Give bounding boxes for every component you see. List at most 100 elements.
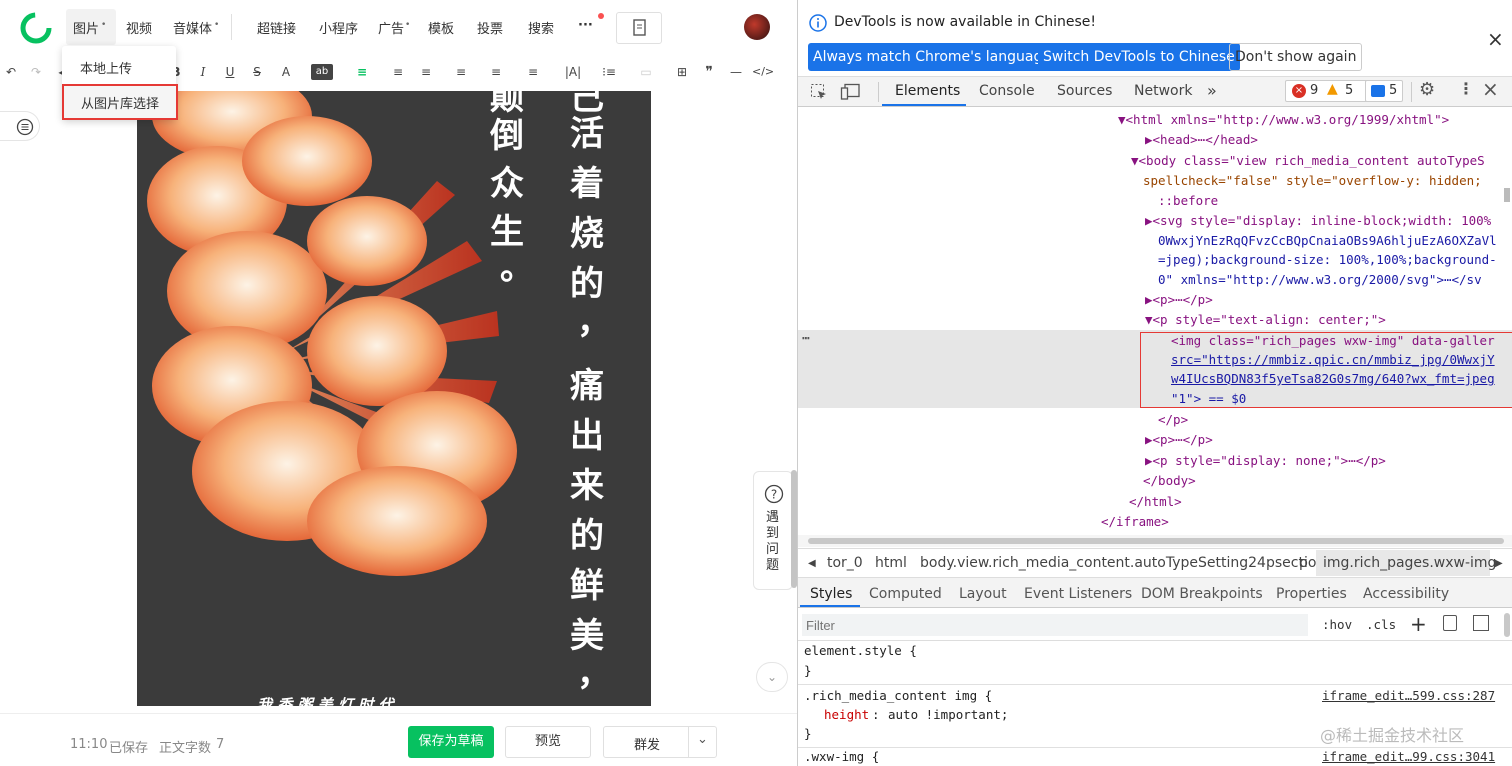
dom-node[interactable]: =jpeg);background-size: 100%,100%;backgr… bbox=[1158, 250, 1497, 270]
letter-spacing-icon[interactable]: |A| bbox=[562, 64, 584, 80]
dom-node[interactable]: ▼<body class="view rich_media_content au… bbox=[1131, 151, 1485, 171]
menu-vote[interactable]: 投票 bbox=[477, 18, 503, 37]
avatar[interactable] bbox=[744, 14, 770, 40]
device-toolbar-icon[interactable] bbox=[840, 83, 862, 101]
dom-node[interactable]: ▶<p style="display: none;">⋯</p> bbox=[1145, 451, 1386, 471]
dom-node[interactable]: "1"> == $0 bbox=[1171, 389, 1246, 409]
line-height-icon[interactable]: ≡ bbox=[452, 64, 470, 80]
close-devtools-icon[interactable]: × bbox=[1482, 77, 1499, 101]
dom-node[interactable]: ▼<p style="text-align: center;"> bbox=[1145, 310, 1386, 330]
tab-console[interactable]: Console bbox=[979, 83, 1035, 99]
article-image[interactable]: 颠 倒 众 生 。 己 活 着 烧 的 ， 痛 出 来 的 鲜 美 ， 我 香 … bbox=[137, 91, 651, 706]
rule-value[interactable]: auto !important; bbox=[888, 707, 1008, 722]
dom-node-selected[interactable]: <img class="rich_pages wxw-img" data-gal… bbox=[1171, 331, 1495, 351]
rule-source-link[interactable]: iframe_edit…599.css:287 bbox=[1322, 688, 1495, 703]
highlight-icon[interactable]: ab bbox=[311, 64, 333, 80]
inspect-element-icon[interactable] bbox=[810, 83, 828, 101]
breadcrumb-item[interactable]: html bbox=[875, 555, 907, 571]
tab-elements[interactable]: Elements bbox=[895, 83, 960, 99]
border-icon[interactable]: ▭ bbox=[637, 64, 655, 80]
menu-video[interactable]: 视频 bbox=[126, 18, 152, 37]
breadcrumb-item[interactable]: tor_0 bbox=[827, 555, 863, 571]
breadcrumb-item[interactable]: body.view.rich_media_content.autoTypeSet… bbox=[920, 555, 1325, 571]
menu-image[interactable]: 图片 bbox=[73, 18, 99, 37]
rule-selector[interactable]: .rich_media_content img { bbox=[804, 688, 992, 703]
save-draft-button[interactable]: 保存为草稿 bbox=[408, 726, 494, 758]
dom-node[interactable]: ▶<head>⋯</head> bbox=[1145, 130, 1258, 150]
menu-ad[interactable]: 广告 bbox=[378, 18, 404, 37]
menu-template[interactable]: 模板 bbox=[428, 18, 454, 37]
tab-dom-breakpoints[interactable]: DOM Breakpoints bbox=[1141, 586, 1263, 602]
divider-line-icon[interactable]: — bbox=[727, 64, 745, 80]
messages-counter[interactable]: 5 bbox=[1365, 80, 1403, 102]
bullet-list-icon[interactable]: ⁝≡ bbox=[598, 64, 620, 80]
tab-sources[interactable]: Sources bbox=[1057, 83, 1112, 99]
dom-node[interactable]: 0WwxjYnEzRqQFvzCcBQpCnaiaOBs9A6hljuEzA6O… bbox=[1158, 231, 1497, 251]
horizontal-scrollbar-thumb[interactable] bbox=[808, 538, 1504, 544]
list-icon[interactable]: ≡ bbox=[524, 64, 542, 80]
tab-properties[interactable]: Properties bbox=[1276, 586, 1347, 602]
dom-node[interactable]: ▼<html xmlns="http://www.w3.org/1999/xht… bbox=[1118, 110, 1449, 130]
tab-network[interactable]: Network bbox=[1134, 83, 1192, 99]
align-center-icon[interactable]: ≡ bbox=[417, 64, 435, 80]
undo-icon[interactable]: ↶ bbox=[2, 64, 20, 80]
issues-counter[interactable]: × 9 ▲ 5 bbox=[1285, 80, 1371, 102]
menu-hyperlink[interactable]: 超链接 bbox=[257, 18, 296, 37]
redo-icon[interactable]: ↷ bbox=[27, 64, 45, 80]
menu-miniprogram[interactable]: 小程序 bbox=[319, 18, 358, 37]
breadcrumb-item-active[interactable]: img.rich_pages.wxw-img bbox=[1323, 555, 1496, 571]
tab-styles[interactable]: Styles bbox=[810, 586, 852, 602]
preview-button[interactable]: 预览 bbox=[505, 726, 591, 758]
dom-img-src-link[interactable]: src="https://mmbiz.qpic.cn/mmbiz_jpg/0Ww… bbox=[1171, 350, 1495, 370]
menu-search[interactable]: 搜索 bbox=[528, 18, 554, 37]
table-icon[interactable]: ⊞ bbox=[673, 64, 691, 80]
tab-event-listeners[interactable]: Event Listeners bbox=[1024, 586, 1132, 602]
menu-audio[interactable]: 音媒体 bbox=[173, 18, 212, 37]
chevron-down-icon[interactable]: ⌄ bbox=[697, 732, 708, 747]
class-toggle[interactable]: .cls bbox=[1366, 617, 1396, 632]
hover-state-toggle[interactable]: :hov bbox=[1322, 617, 1352, 632]
underline-icon[interactable]: U bbox=[221, 64, 239, 80]
dom-img-src-link[interactable]: w4IUcsBQDN83f5yeTsa82G0s7mg/640?wx_fmt=j… bbox=[1171, 369, 1495, 389]
strikethrough-icon[interactable]: S bbox=[248, 64, 266, 80]
dom-node[interactable]: </iframe> bbox=[1101, 512, 1169, 532]
italic-icon[interactable]: I bbox=[194, 64, 212, 80]
rule-property[interactable]: height bbox=[824, 707, 869, 722]
library-select-option[interactable]: 从图片库选择 bbox=[62, 84, 178, 120]
dom-node[interactable]: 0" xmlns="http://www.w3.org/2000/svg">⋯<… bbox=[1158, 270, 1482, 290]
draft-box-button[interactable] bbox=[616, 12, 662, 44]
tab-accessibility[interactable]: Accessibility bbox=[1363, 586, 1449, 602]
node-actions-icon[interactable]: ⋯ bbox=[802, 330, 810, 345]
always-match-language-button[interactable]: Always match Chrome's language bbox=[808, 43, 1056, 71]
dom-node[interactable]: </html> bbox=[1129, 492, 1182, 512]
quote-icon[interactable]: ❞ bbox=[700, 64, 718, 80]
align-justify-icon[interactable]: ≡ bbox=[353, 64, 371, 80]
close-icon[interactable]: × bbox=[1487, 27, 1504, 51]
publish-button[interactable]: 群发 ⌄ bbox=[603, 726, 717, 758]
dom-node[interactable]: ▶<svg style="display: inline-block;width… bbox=[1145, 211, 1491, 231]
code-icon[interactable]: </> bbox=[752, 64, 774, 80]
paragraph-spacing-icon[interactable]: ≡ bbox=[487, 64, 505, 80]
breadcrumb-item[interactable]: p bbox=[1299, 555, 1308, 571]
settings-gear-icon[interactable]: ⚙ bbox=[1419, 79, 1435, 100]
rule-selector[interactable]: element.style { bbox=[804, 643, 917, 658]
dom-node[interactable]: spellcheck="false" style="overflow-y: hi… bbox=[1143, 171, 1482, 191]
breadcrumb-scroll-right-icon[interactable]: ▶ bbox=[1495, 558, 1503, 569]
tab-computed[interactable]: Computed bbox=[869, 586, 942, 602]
outline-toggle-button[interactable] bbox=[0, 111, 40, 141]
indent-icon[interactable]: ≡ bbox=[389, 64, 407, 80]
help-widget[interactable]: ? 遇到问题 bbox=[753, 471, 793, 590]
paint-brush-icon[interactable] bbox=[1443, 615, 1457, 631]
dom-node[interactable]: ::before bbox=[1158, 191, 1218, 211]
more-tabs-icon[interactable]: » bbox=[1207, 81, 1217, 100]
dont-show-again-button[interactable]: Don't show again bbox=[1229, 43, 1363, 71]
scroll-down-icon[interactable]: ⌄ bbox=[756, 662, 788, 692]
new-style-rule-icon[interactable]: + bbox=[1410, 612, 1427, 636]
dom-vertical-scrollbar[interactable] bbox=[1504, 188, 1510, 202]
dom-node[interactable]: </p> bbox=[1158, 410, 1188, 430]
kebab-menu-icon[interactable]: ⋮ bbox=[1458, 79, 1474, 98]
styles-filter-input[interactable] bbox=[802, 614, 1308, 636]
more-menu[interactable]: ··· bbox=[578, 18, 593, 33]
rule-source-link[interactable]: iframe_edit…99.css:3041 bbox=[1322, 749, 1495, 764]
font-color-icon[interactable]: A bbox=[277, 64, 295, 80]
